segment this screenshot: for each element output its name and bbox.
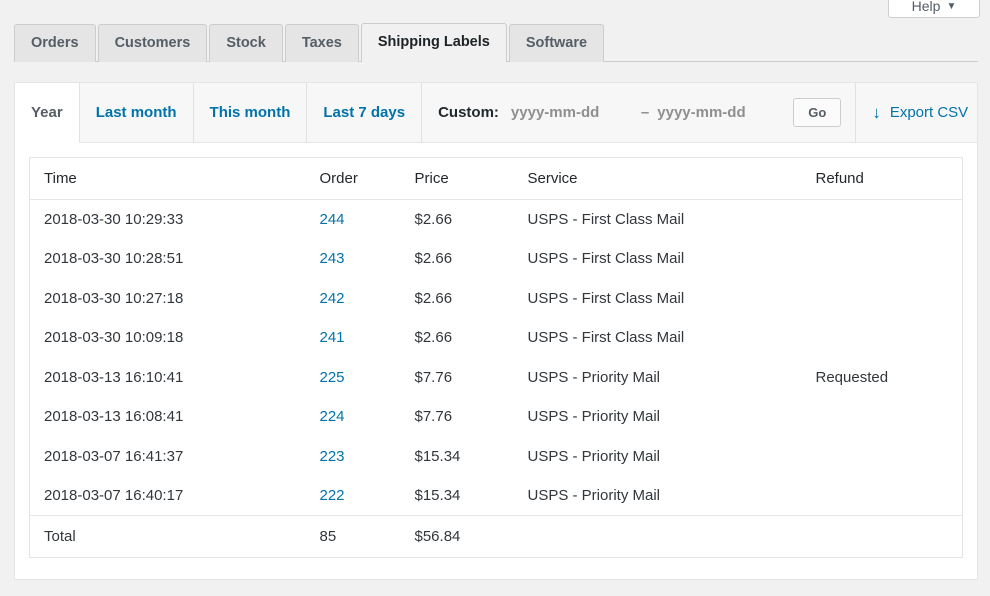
total-order-count: 85 [319, 515, 415, 558]
cell-refund [816, 200, 963, 240]
cell-service: USPS - Priority Mail [527, 447, 661, 465]
column-header-order: Order [319, 157, 415, 200]
cell-order: 241 [320, 318, 415, 358]
cell-refund [816, 318, 963, 358]
column-header-time: Time [29, 157, 320, 200]
cell-price: $7.76 [414, 408, 453, 426]
cell-refund [816, 476, 963, 516]
cell-time: 2018-03-30 10:09:18 [44, 329, 184, 347]
export-csv-group[interactable]: ↓ Export CSV [856, 83, 986, 142]
nav-tab-orders[interactable]: Orders [14, 23, 96, 62]
cell-price: $15.34 [414, 487, 461, 504]
order-link[interactable]: 241 [320, 329, 345, 346]
order-link[interactable]: 243 [320, 250, 345, 267]
cell-order: 243 [320, 239, 415, 279]
cell-service: USPS - First Class Mail [527, 289, 685, 307]
export-csv-link[interactable]: Export CSV [890, 104, 968, 121]
order-link[interactable]: 242 [320, 290, 345, 307]
table-head: Time Order Price Service Refund [29, 157, 963, 200]
custom-range-group: Custom: – Go [422, 83, 857, 142]
table-row: 2018-03-30 10:09:18 241 $2.66 USPS - First … [30, 318, 963, 358]
cell-service: USPS - First Class Mail [527, 250, 685, 268]
cell-price: $2.66 [414, 250, 453, 268]
column-header-service: Service [527, 157, 816, 200]
table-row: 2018-03-13 16:10:41 225 $7.76 USPS - Priori… [30, 358, 963, 398]
cell-order: 223 [320, 437, 415, 477]
download-arrow-icon: ↓ [872, 103, 881, 122]
cell-order: 224 [320, 397, 415, 437]
cell-refund [816, 279, 963, 319]
cell-time: 2018-03-13 16:10:41 [44, 368, 184, 386]
cell-service: USPS - First Class Mail [527, 211, 685, 228]
cell-order: 222 [320, 476, 415, 516]
nav-tab-stock[interactable]: Stock [209, 23, 283, 62]
cell-refund [816, 437, 963, 477]
cell-time: 2018-03-07 16:41:37 [44, 447, 184, 465]
table-row: 2018-03-30 10:27:18 242 $2.66 USPS - First … [30, 279, 963, 319]
cell-price: $15.34 [414, 447, 461, 465]
range-link-last-month[interactable]: Last month [80, 83, 194, 142]
cell-price: $7.76 [414, 368, 453, 386]
column-header-refund: Refund [815, 157, 963, 200]
shipping-labels-table: Time Order Price Service Refund 2018-03-… [29, 157, 963, 558]
table-foot: Total 85 $56.84 [29, 515, 963, 558]
custom-range-start-input[interactable] [510, 102, 633, 123]
cell-order: 225 [320, 358, 415, 398]
table-row: 2018-03-07 16:41:37 223 $15.34 USPS - Prior… [30, 437, 963, 477]
go-button[interactable]: Go [793, 98, 842, 127]
cell-service: USPS - Priority Mail [527, 408, 661, 426]
range-link-year[interactable]: Year [15, 83, 80, 143]
order-link[interactable]: 225 [320, 369, 345, 386]
custom-range-end-input[interactable] [657, 102, 780, 123]
table-body: 2018-03-30 10:29:33 244 $2.66 USPS - First … [30, 200, 963, 516]
cell-service: USPS - Priority Mail [527, 487, 661, 504]
cell-order: 242 [320, 279, 415, 319]
table-row: 2018-03-13 16:08:41 224 $7.76 USPS - Priori… [30, 397, 963, 437]
nav-tab-software[interactable]: Software [508, 23, 605, 62]
report-nav-tabs: Orders Customers Stock Taxes Shipping Labels… [14, 20, 978, 64]
column-header-price: Price [414, 157, 528, 200]
report-panel: Year Last month This month Last 7 days Cust… [14, 82, 978, 580]
order-link[interactable]: 224 [320, 408, 345, 425]
chevron-down-icon: ▼ [946, 1, 957, 12]
order-link[interactable]: 222 [320, 487, 345, 504]
range-link-this-month[interactable]: This month [194, 83, 308, 142]
nav-tab-customers[interactable]: Customers [97, 23, 208, 62]
total-service [527, 515, 816, 558]
cell-time: 2018-03-30 10:27:18 [44, 289, 184, 307]
cell-price: $2.66 [414, 211, 453, 228]
cell-time: 2018-03-13 16:08:41 [44, 408, 184, 426]
range-link-last-7-days[interactable]: Last 7 days [307, 83, 423, 142]
cell-price: $2.66 [414, 289, 453, 307]
table-row: 2018-03-30 10:29:33 244 $2.66 USPS - First … [30, 200, 963, 240]
cell-order: 244 [320, 200, 415, 240]
cell-refund [816, 397, 963, 437]
order-link[interactable]: 223 [320, 448, 345, 465]
cell-service: USPS - First Class Mail [527, 329, 685, 347]
nav-tab-taxes[interactable]: Taxes [284, 23, 359, 62]
cell-time: 2018-03-30 10:29:33 [44, 211, 184, 228]
help-button-label: Help [911, 0, 941, 14]
cell-service: USPS - Priority Mail [527, 368, 661, 386]
cell-time: 2018-03-30 10:28:51 [44, 250, 184, 268]
cell-refund [816, 239, 963, 279]
table-row: 2018-03-30 10:28:51 243 $2.66 USPS - First … [30, 239, 963, 279]
total-refund [815, 515, 963, 558]
order-link[interactable]: 244 [320, 211, 345, 228]
table-row: 2018-03-07 16:40:17 222 $15.34 USPS - Prior… [30, 476, 963, 516]
nav-tab-shipping-labels[interactable]: Shipping Labels [360, 22, 507, 64]
custom-range-label: Custom: [438, 104, 499, 121]
cell-time: 2018-03-07 16:40:17 [44, 487, 184, 504]
total-price-sum: $56.84 [414, 515, 528, 558]
date-range-links: Year Last month This month Last 7 days [15, 83, 423, 143]
cell-price: $2.66 [414, 329, 453, 347]
table-header-row: Time Order Price Service Refund [29, 157, 963, 200]
report-table-wrap: Time Order Price Service Refund 2018-03-… [15, 143, 977, 558]
help-button[interactable]: Help ▼ [888, 0, 980, 18]
date-range-separator: – [640, 104, 650, 121]
date-range-bar: Year Last month This month Last 7 days Cust… [15, 83, 977, 143]
total-label: Total [29, 515, 320, 558]
table-total-row: Total 85 $56.84 [29, 515, 963, 558]
cell-refund: Requested [815, 368, 889, 386]
